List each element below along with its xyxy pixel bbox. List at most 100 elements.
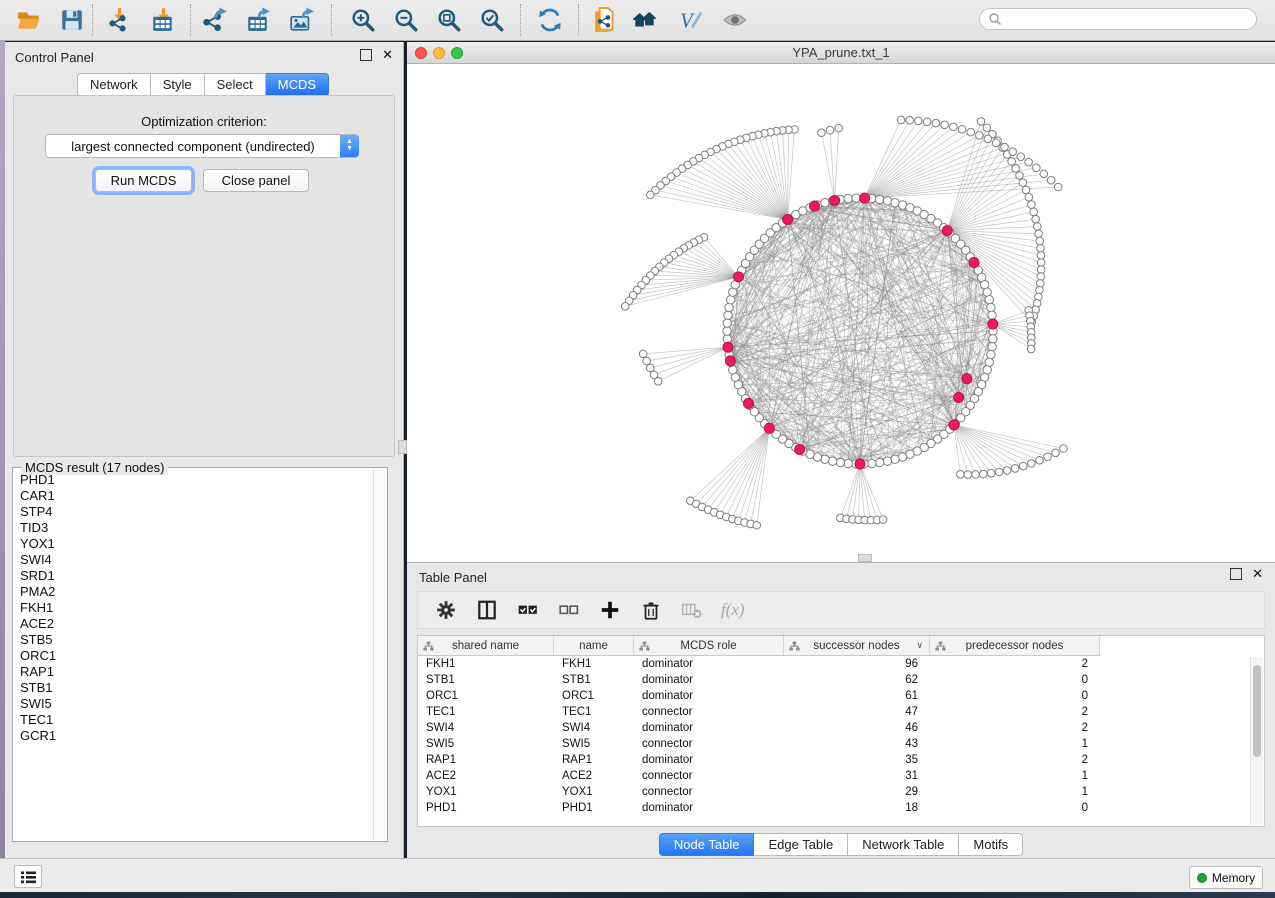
tab-style[interactable]: Style bbox=[151, 73, 205, 97]
network-node[interactable] bbox=[1044, 453, 1052, 461]
network-node[interactable] bbox=[1037, 259, 1045, 267]
tab-node-table[interactable]: Node Table bbox=[659, 833, 755, 856]
float-table-panel-icon[interactable] bbox=[1230, 568, 1242, 580]
network-node[interactable] bbox=[729, 366, 737, 374]
network-node[interactable] bbox=[987, 303, 995, 311]
mcds-result-item[interactable]: PHD1 bbox=[14, 472, 374, 488]
network-node[interactable] bbox=[1025, 193, 1033, 201]
unselect-all-icon[interactable] bbox=[557, 598, 581, 622]
table-row[interactable]: ORC1ORC1dominator610 bbox=[418, 689, 1100, 705]
save-session-icon[interactable] bbox=[57, 6, 87, 34]
delete-icon[interactable] bbox=[639, 598, 663, 622]
search-input[interactable] bbox=[1002, 11, 1256, 27]
close-panel-icon[interactable]: ✕ bbox=[382, 50, 393, 60]
network-node[interactable] bbox=[1030, 208, 1038, 216]
mcds-dominator-node[interactable] bbox=[855, 459, 865, 469]
network-node[interactable] bbox=[844, 194, 852, 202]
network-node[interactable] bbox=[1027, 345, 1035, 353]
mcds-result-item[interactable]: STB1 bbox=[14, 680, 374, 696]
network-node[interactable] bbox=[977, 118, 985, 126]
network-node[interactable] bbox=[897, 116, 905, 124]
network-node[interactable] bbox=[1017, 153, 1025, 161]
network-node[interactable] bbox=[1037, 252, 1045, 260]
zoom-fit-icon[interactable] bbox=[434, 6, 464, 34]
table-scrollbar[interactable] bbox=[1250, 657, 1263, 825]
network-node[interactable] bbox=[1022, 186, 1030, 194]
tab-motifs[interactable]: Motifs bbox=[959, 833, 1023, 856]
network-node[interactable] bbox=[941, 121, 949, 129]
close-panel-button[interactable]: Close panel bbox=[203, 169, 309, 192]
network-node[interactable] bbox=[995, 468, 1003, 476]
mcds-result-item[interactable]: STP4 bbox=[14, 504, 374, 520]
network-node[interactable] bbox=[723, 319, 731, 327]
network-node[interactable] bbox=[992, 139, 1000, 147]
mcds-dominator-node[interactable] bbox=[764, 423, 774, 433]
network-node[interactable] bbox=[727, 296, 735, 304]
mcds-dominator-node[interactable] bbox=[988, 319, 998, 329]
zoom-out-icon[interactable] bbox=[391, 6, 421, 34]
network-node[interactable] bbox=[852, 194, 860, 202]
network-node[interactable] bbox=[821, 199, 829, 207]
mcds-result-item[interactable]: TID3 bbox=[14, 520, 374, 536]
mcds-result-item[interactable]: ACE2 bbox=[14, 616, 374, 632]
network-node[interactable] bbox=[1011, 465, 1019, 473]
network-node[interactable] bbox=[1012, 165, 1020, 173]
mcds-dominator-node[interactable] bbox=[860, 193, 870, 203]
table-row[interactable]: SWI4SWI4dominator462 bbox=[418, 721, 1100, 737]
network-node[interactable] bbox=[1028, 201, 1036, 209]
show-columns-icon[interactable] bbox=[475, 598, 499, 622]
network-node[interactable] bbox=[983, 288, 991, 296]
mcds-dominator-node[interactable] bbox=[942, 226, 952, 236]
network-node[interactable] bbox=[987, 350, 995, 358]
network-node[interactable] bbox=[643, 357, 651, 365]
zoom-selected-icon[interactable] bbox=[477, 6, 507, 34]
tab-edge-table[interactable]: Edge Table bbox=[754, 833, 848, 856]
network-node[interactable] bbox=[875, 195, 883, 203]
mcds-dominator-node[interactable] bbox=[783, 214, 793, 224]
mcds-dominator-node[interactable] bbox=[969, 257, 979, 267]
network-node[interactable] bbox=[980, 470, 988, 478]
network-node[interactable] bbox=[844, 459, 852, 467]
add-icon[interactable] bbox=[598, 598, 622, 622]
mcds-result-item[interactable]: GCR1 bbox=[14, 728, 374, 744]
mcds-result-item[interactable]: STB5 bbox=[14, 632, 374, 648]
table-row[interactable]: TEC1TEC1connector472 bbox=[418, 705, 1100, 721]
network-node[interactable] bbox=[1060, 445, 1068, 453]
mcds-result-item[interactable]: SWI4 bbox=[14, 552, 374, 568]
network-node[interactable] bbox=[647, 191, 655, 199]
table-row[interactable]: STB1STB1dominator620 bbox=[418, 673, 1100, 689]
network-node[interactable] bbox=[984, 135, 992, 143]
memory-button[interactable]: Memory bbox=[1189, 866, 1263, 889]
vertical-splitter-handle[interactable] bbox=[398, 440, 407, 454]
run-mcds-button[interactable]: Run MCDS bbox=[95, 169, 192, 192]
network-node[interactable] bbox=[958, 126, 966, 134]
import-network-icon[interactable] bbox=[104, 6, 134, 34]
network-node[interactable] bbox=[1033, 223, 1041, 231]
show-networks-icon[interactable] bbox=[630, 6, 660, 34]
mcds-result-item[interactable]: YOX1 bbox=[14, 536, 374, 552]
optimization-dropdown[interactable]: largest connected component (undirected)… bbox=[45, 134, 359, 158]
mcds-dominator-node[interactable] bbox=[949, 420, 959, 430]
network-node[interactable] bbox=[987, 469, 995, 477]
table-row[interactable]: FKH1FKH1dominator962 bbox=[418, 657, 1100, 673]
vizmapper-icon[interactable]: V bbox=[676, 6, 706, 34]
network-node[interactable] bbox=[988, 311, 996, 319]
network-node[interactable] bbox=[1003, 467, 1011, 475]
network-node[interactable] bbox=[1037, 244, 1045, 252]
tab-network-table[interactable]: Network Table bbox=[848, 833, 959, 856]
network-node[interactable] bbox=[753, 521, 761, 529]
float-panel-icon[interactable] bbox=[360, 49, 372, 61]
mcds-result-item[interactable]: PMA2 bbox=[14, 584, 374, 600]
mcds-result-item[interactable]: CAR1 bbox=[14, 488, 374, 504]
mcds-dominator-node[interactable] bbox=[954, 393, 964, 403]
network-node[interactable] bbox=[1040, 170, 1048, 178]
network-node[interactable] bbox=[879, 516, 887, 524]
network-node[interactable] bbox=[1019, 179, 1027, 187]
mcds-dominator-node[interactable] bbox=[795, 445, 805, 455]
column-header-name[interactable]: name bbox=[554, 636, 634, 656]
network-node[interactable] bbox=[828, 457, 836, 465]
network-window-titlebar[interactable]: YPA_prune.txt_1 bbox=[407, 42, 1275, 64]
export-image-icon[interactable] bbox=[287, 6, 317, 34]
network-canvas[interactable] bbox=[407, 64, 1275, 562]
network-node[interactable] bbox=[950, 123, 958, 131]
